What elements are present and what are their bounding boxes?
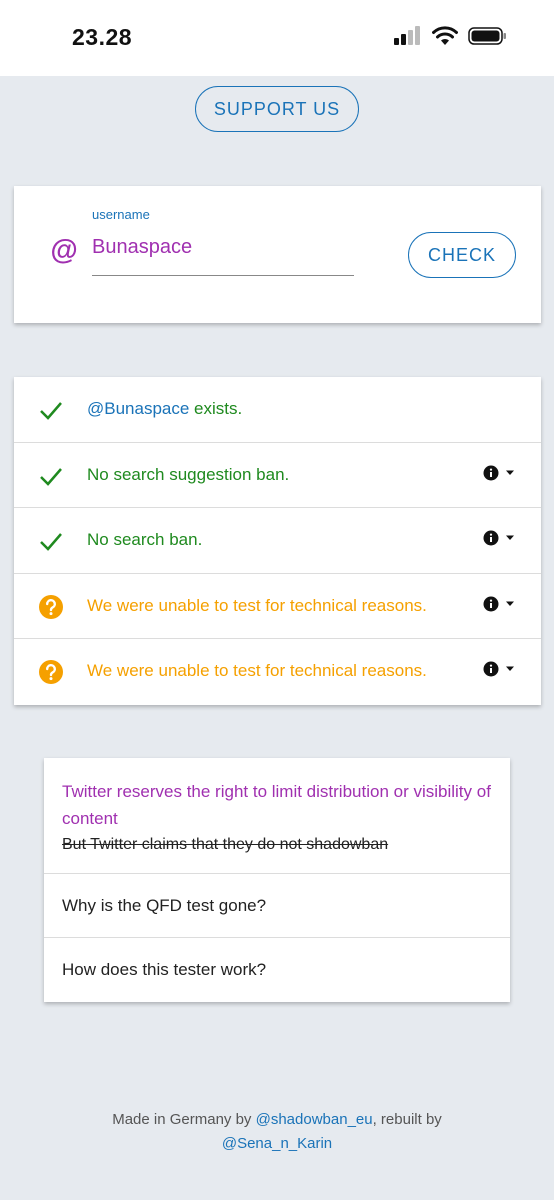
username-search-card: @ username CHECK [14,186,541,323]
result-text: We were unable to test for technical rea… [87,595,427,615]
cellular-signal-icon [394,26,420,45]
result-exists-text: exists. [189,399,243,418]
checkmark-icon [40,533,62,552]
result-text: No search ban. [87,530,203,550]
info-expand-control[interactable] [483,661,515,677]
footer-line-1: Made in Germany by @shadowban_eu, rebuil… [0,1108,554,1132]
wifi-icon [432,26,458,45]
checkmark-icon [40,467,62,486]
checkmark-icon [40,402,62,420]
username-label: username [92,207,150,222]
info-expand-control[interactable] [483,530,515,546]
result-row-search-ban[interactable]: No search ban. [14,508,541,574]
result-text: @Bunaspace exists. [87,399,242,419]
check-button[interactable]: CHECK [408,232,516,278]
result-row-unable-2[interactable]: We were unable to test for technical rea… [14,639,541,705]
info-icon[interactable] [483,596,499,612]
caret-down-icon[interactable] [505,601,515,607]
faq-card: Twitter reserves the right to limit dist… [44,758,510,1002]
info-icon[interactable] [483,465,499,481]
status-icons [394,26,508,46]
at-icon: @ [50,234,78,265]
result-row-unable-1[interactable]: We were unable to test for technical rea… [14,574,541,640]
caret-down-icon[interactable] [505,470,515,476]
results-card: @Bunaspace exists. No search suggestion … [14,377,541,705]
result-text: We were unable to test for technical rea… [87,661,427,681]
username-input[interactable] [92,236,354,259]
status-time: 23.28 [72,24,133,50]
faq-title: Twitter reserves the right to limit dist… [62,782,491,828]
info-expand-control[interactable] [483,596,515,612]
shadowban-eu-link[interactable]: @shadowban_eu [256,1111,373,1128]
sena-n-karin-link[interactable]: @Sena_n_Karin [222,1135,332,1152]
username-underline [92,275,354,276]
info-icon[interactable] [483,530,499,546]
faq-item-qfd-test[interactable]: Why is the QFD test gone? [44,874,510,938]
status-bar: 23.28 [0,0,554,76]
result-row-suggestion-ban[interactable]: No search suggestion ban. [14,443,541,509]
footer-line-2: @Sena_n_Karin [0,1132,554,1156]
footer-middle: , rebuilt by [372,1111,442,1128]
faq-strikethrough-text: But Twitter claims that they do not shad… [62,836,389,853]
help-circle-icon [39,660,63,685]
footer-prefix: Made in Germany by [112,1111,256,1128]
support-us-button[interactable]: SUPPORT US [195,86,359,132]
caret-down-icon[interactable] [505,666,515,672]
caret-down-icon[interactable] [505,535,515,541]
info-icon[interactable] [483,661,499,677]
result-text: No search suggestion ban. [87,464,290,484]
faq-item-limit-distribution[interactable]: Twitter reserves the right to limit dist… [44,758,510,874]
result-handle: @Bunaspace [87,399,190,418]
info-expand-control[interactable] [483,465,515,481]
battery-icon [468,27,506,45]
faq-item-how-tester-works[interactable]: How does this tester work? [44,938,510,1002]
help-circle-icon [39,594,63,619]
footer: Made in Germany by @shadowban_eu, rebuil… [0,1108,554,1156]
result-row-exists: @Bunaspace exists. [14,377,541,443]
